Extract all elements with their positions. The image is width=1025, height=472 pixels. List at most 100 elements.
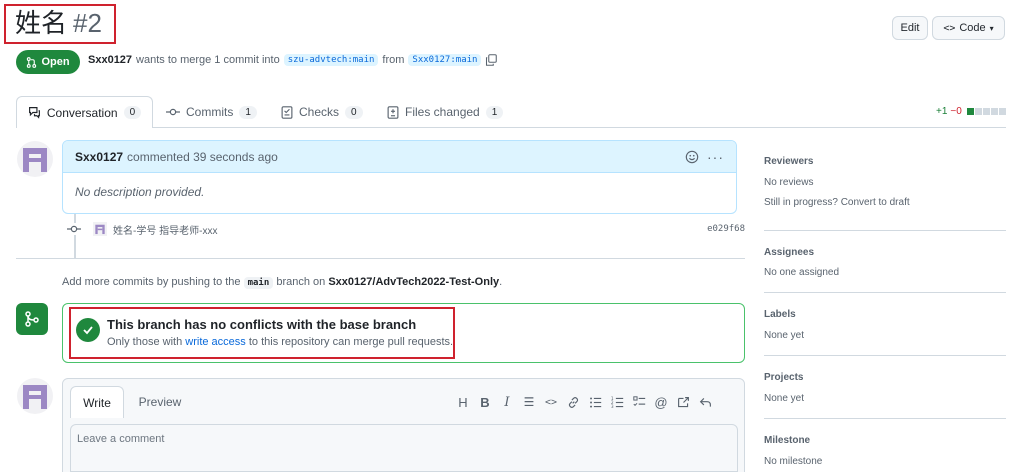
code-icon[interactable]: <> xyxy=(540,391,562,413)
ordered-list-icon[interactable]: 123 xyxy=(606,391,628,413)
tab-preview[interactable]: Preview xyxy=(128,386,192,418)
caret-down-icon: ▾ xyxy=(989,23,994,33)
sidebar-labels-title[interactable]: Labels xyxy=(764,309,796,320)
push-hint-suffix: . xyxy=(499,276,503,288)
push-hint-middle: branch on xyxy=(276,276,326,288)
commit-icon xyxy=(67,223,81,235)
diffstat: +1 −0 xyxy=(936,106,1006,117)
unordered-list-icon[interactable] xyxy=(584,391,606,413)
pr-number: #2 xyxy=(73,8,102,38)
commit-sha-link[interactable]: e029f68 xyxy=(707,224,745,234)
sidebar-milestone-title[interactable]: Milestone xyxy=(764,435,810,446)
state-badge: Open xyxy=(16,50,80,74)
commit-author-avatar[interactable] xyxy=(93,222,107,236)
annotation-highlight-merge-status xyxy=(69,307,455,359)
base-branch[interactable]: szu-advtech:main xyxy=(283,54,379,66)
sidebar-labels-value: None yet xyxy=(764,330,805,341)
pr-title: 姓名 xyxy=(15,8,68,38)
diffstat-blocks xyxy=(966,108,1006,115)
tabs-divider xyxy=(16,127,1006,128)
tab-checks[interactable]: Checks 0 xyxy=(281,96,363,128)
draft-note: Still in progress? xyxy=(764,197,838,208)
sidebar-assignees-value: No one assigned xyxy=(764,267,840,278)
merge-sub-suffix: to this repository can merge pull reques… xyxy=(248,336,454,348)
mention-icon[interactable]: @ xyxy=(650,391,672,413)
markdown-toolbar: H B I ☰ <> 123 @ xyxy=(452,391,716,413)
push-hint-prefix: Add more commits by pushing to the xyxy=(62,276,241,288)
from-text: from xyxy=(382,54,405,66)
tab-conversation-label: Conversation xyxy=(46,105,118,120)
code-button-label: Code xyxy=(959,22,986,34)
tab-files-changed-count: 1 xyxy=(485,105,504,119)
pr-author-link[interactable]: Sxx0127 xyxy=(88,54,132,66)
head-branch[interactable]: Sxx0127:main xyxy=(408,54,482,66)
timeline-divider xyxy=(16,258,745,259)
bold-icon[interactable]: B xyxy=(474,391,496,413)
commit-row: 姓名-学号 指导老师-xxx e029f68 xyxy=(62,218,745,240)
merge-sub-prefix: Only those with xyxy=(107,336,183,348)
avatar[interactable] xyxy=(17,141,53,177)
comment-card: Sxx0127 commented 39 seconds ago ··· No … xyxy=(62,140,737,214)
write-access-link[interactable]: write access xyxy=(185,336,246,348)
current-user-avatar[interactable] xyxy=(17,378,53,414)
diffstat-deletions: −0 xyxy=(950,106,962,117)
diffstat-additions: +1 xyxy=(936,106,948,117)
reply-icon[interactable] xyxy=(694,391,716,413)
tab-conversation[interactable]: Conversation 0 xyxy=(16,96,153,128)
merge-status-subtitle: Only those with write access to this rep… xyxy=(107,336,453,348)
italic-icon[interactable]: I xyxy=(496,391,518,413)
tab-conversation-count: 0 xyxy=(123,106,142,119)
merge-text: wants to merge 1 commit into xyxy=(136,54,280,66)
edit-button[interactable]: Edit xyxy=(892,16,928,40)
kebab-horizontal-icon[interactable]: ··· xyxy=(707,149,724,165)
sidebar-divider xyxy=(764,292,1006,293)
sidebar-projects-title[interactable]: Projects xyxy=(764,372,803,383)
task-list-icon[interactable] xyxy=(628,391,650,413)
push-hint-repo-link[interactable]: Sxx0127/AdvTech2022-Test-Only xyxy=(328,276,499,288)
tab-write[interactable]: Write xyxy=(70,386,124,418)
sidebar-projects-value: None yet xyxy=(764,393,805,404)
sidebar-reviewers-note: Still in progress? Convert to draft xyxy=(764,197,910,208)
svg-text:3: 3 xyxy=(611,404,614,409)
tab-checks-label: Checks xyxy=(299,105,340,119)
quote-icon[interactable]: ☰ xyxy=(518,391,540,413)
checklist-icon xyxy=(281,105,293,119)
state-label: Open xyxy=(41,56,70,68)
git-merge-icon xyxy=(16,303,48,335)
pull-request-icon xyxy=(27,56,37,68)
copy-icon[interactable] xyxy=(485,54,498,66)
comment-timestamp: commented 39 seconds ago xyxy=(127,149,278,164)
commit-message-link[interactable]: 姓名-学号 指导老师-xxx xyxy=(113,222,217,237)
tab-files-changed[interactable]: Files changed 1 xyxy=(387,96,504,128)
sidebar-assignees-title[interactable]: Assignees xyxy=(764,247,814,258)
link-icon[interactable] xyxy=(562,391,584,413)
comment-body: No description provided. xyxy=(75,185,205,199)
heading-icon[interactable]: H xyxy=(452,391,474,413)
page-title: 姓名 #2 xyxy=(15,7,102,39)
merge-description: Sxx0127 wants to merge 1 commit into szu… xyxy=(88,54,498,66)
file-diff-icon xyxy=(387,105,399,119)
comment-header: Sxx0127 commented 39 seconds ago ··· xyxy=(63,141,736,173)
code-icon: <> xyxy=(943,22,956,34)
sidebar-reviewers-value: No reviews xyxy=(764,177,814,188)
commit-icon xyxy=(166,108,180,116)
check-circle-icon xyxy=(76,318,100,342)
code-button[interactable]: <> Code ▾ xyxy=(932,16,1005,40)
push-hint: Add more commits by pushing to the main … xyxy=(62,276,503,289)
tab-commits-label: Commits xyxy=(186,105,234,119)
tab-commits[interactable]: Commits 1 xyxy=(166,96,257,128)
sidebar-divider xyxy=(764,230,1006,231)
convert-to-draft-link[interactable]: Convert to draft xyxy=(841,197,910,208)
tab-checks-count: 0 xyxy=(345,105,363,119)
sidebar-divider xyxy=(764,355,1006,356)
conversation-icon xyxy=(28,107,40,119)
sidebar-divider xyxy=(764,418,1006,419)
sidebar-reviewers-title[interactable]: Reviewers xyxy=(764,156,813,167)
cross-reference-icon[interactable] xyxy=(672,391,694,413)
edit-button-label: Edit xyxy=(900,22,920,34)
comment-author-link[interactable]: Sxx0127 xyxy=(75,150,123,164)
smiley-icon[interactable] xyxy=(685,150,699,164)
comment-textarea[interactable]: Leave a comment xyxy=(70,424,738,472)
tab-commits-count: 1 xyxy=(239,105,257,119)
merge-status-title: This branch has no conflicts with the ba… xyxy=(107,317,417,332)
